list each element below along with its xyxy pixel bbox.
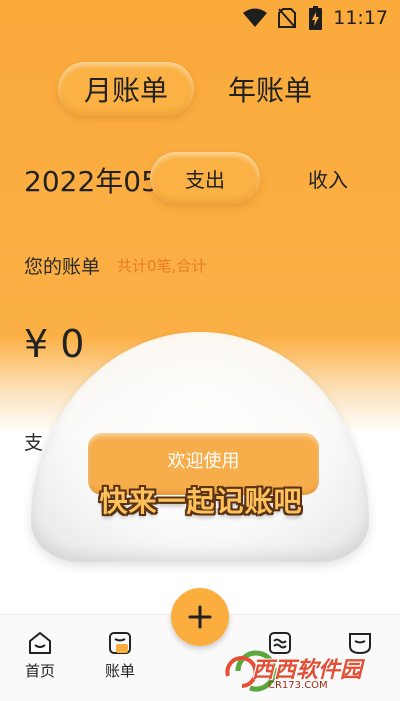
home-icon	[29, 632, 51, 654]
bills-label: 您的账单	[24, 256, 101, 278]
bills-summary: 共计0笔,合计	[117, 257, 207, 275]
total-amount: ¥ 0	[24, 322, 85, 366]
tab-year-bill[interactable]: 年账单	[210, 62, 330, 116]
tab-bill[interactable]: 账单	[90, 630, 150, 681]
tab-home[interactable]: 首页	[10, 630, 70, 681]
date-selector[interactable]: 2022年05	[24, 160, 154, 200]
watermark-domain: CR173.COM	[268, 680, 328, 691]
bill-icon	[109, 632, 131, 654]
clock: 11:17	[333, 7, 388, 29]
tab-label: 账单	[104, 662, 135, 680]
status-bar: 11:17	[0, 0, 400, 36]
plus-icon	[188, 605, 212, 629]
no-sim-icon	[278, 8, 296, 28]
wifi-icon	[243, 8, 267, 27]
expense-button[interactable]: 支出	[150, 152, 260, 204]
section-label: 支	[24, 432, 44, 454]
tab-label: 首页	[24, 662, 55, 680]
tab-month-bill[interactable]: 月账单	[58, 62, 194, 116]
welcome-slogan: 快来一起记账吧	[99, 485, 303, 518]
add-record-button[interactable]	[171, 588, 229, 646]
income-button[interactable]: 收入	[286, 164, 370, 193]
battery-charging-icon	[309, 6, 322, 30]
